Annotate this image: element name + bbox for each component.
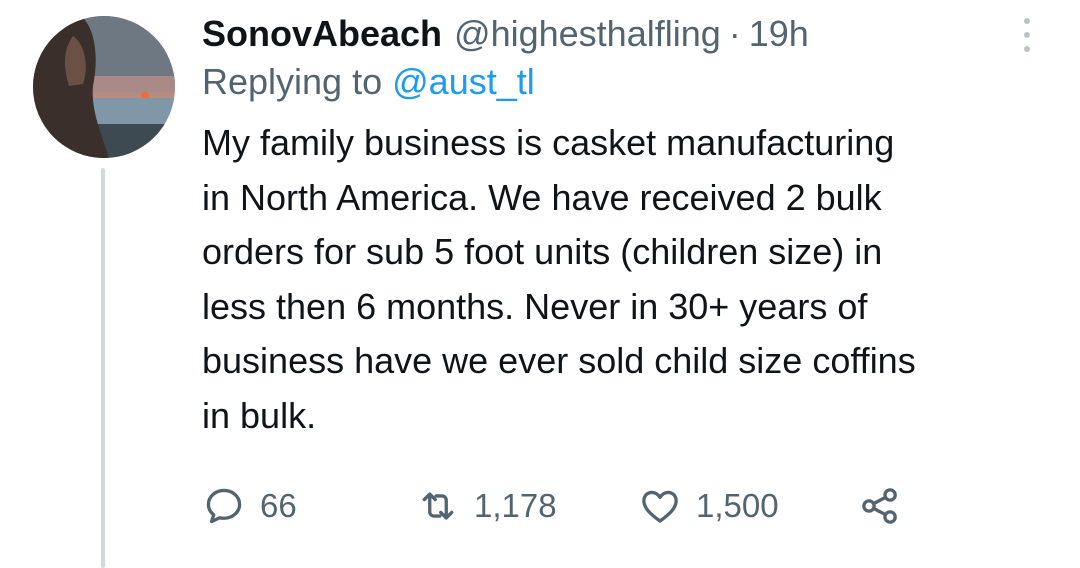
- share-icon: [862, 488, 897, 524]
- tweet-timestamp[interactable]: 19h: [749, 12, 809, 56]
- tweet-header: SonovAbeach @highesthalfling · 19h: [202, 12, 1052, 56]
- share-button[interactable]: [858, 484, 902, 528]
- avatar-image: [33, 16, 175, 158]
- separator-dot: ·: [728, 13, 741, 54]
- tweet-actions: 66 1,178 1,500: [202, 484, 1022, 528]
- avatar[interactable]: [33, 16, 175, 158]
- replying-to: Replying to @aust_tl: [202, 60, 1052, 104]
- like-button[interactable]: 1,500: [638, 484, 779, 528]
- heart-icon: [642, 490, 678, 523]
- replying-to-label: Replying to: [202, 61, 383, 102]
- reply-button[interactable]: 66: [202, 484, 297, 528]
- retweet-icon: [422, 492, 454, 520]
- retweet-button[interactable]: 1,178: [416, 484, 557, 528]
- replying-to-handle[interactable]: @aust_tl: [392, 61, 535, 102]
- reply-icon: [206, 488, 242, 524]
- tweet-text: My family business is casket manufacturi…: [202, 122, 916, 436]
- user-handle[interactable]: @highesthalfling: [454, 12, 721, 56]
- like-count: 1,500: [696, 487, 779, 524]
- display-name[interactable]: SonovAbeach: [202, 12, 442, 56]
- avatar-column: [33, 16, 175, 158]
- retweet-count: 1,178: [474, 487, 557, 524]
- thread-line: [101, 168, 105, 568]
- reply-count: 66: [260, 487, 297, 524]
- tweet-content: SonovAbeach @highesthalfling · 19h Reply…: [202, 12, 1052, 443]
